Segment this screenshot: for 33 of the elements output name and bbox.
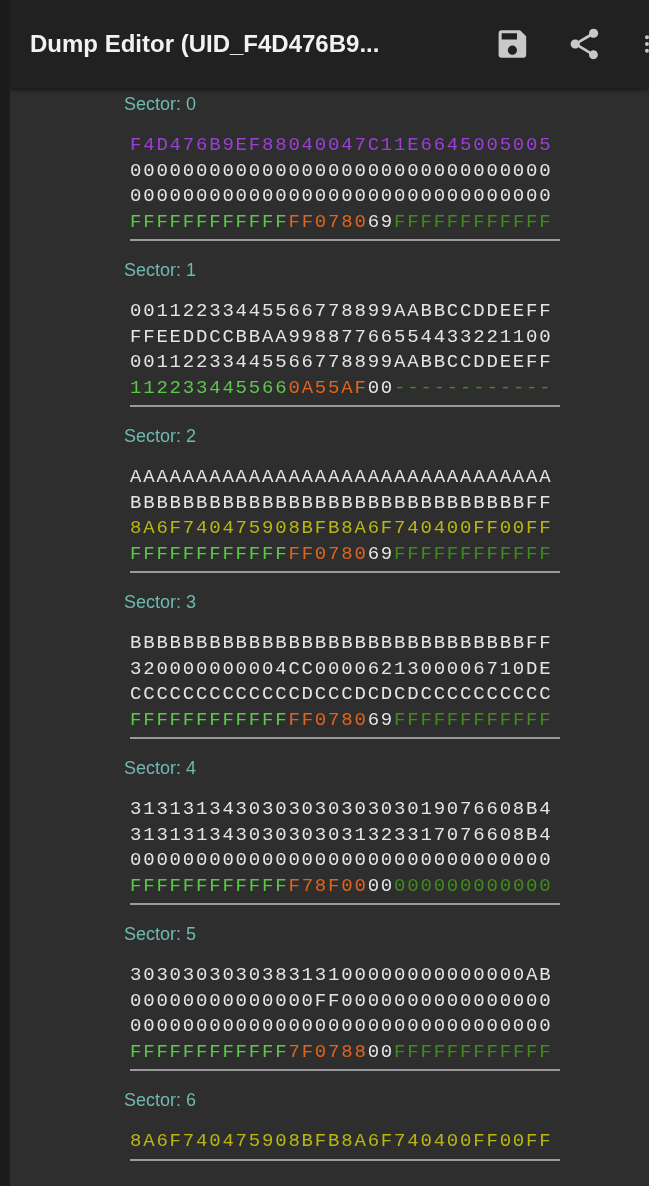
app-bar-title: Dump Editor (UID_F4D476B9...	[30, 30, 381, 58]
hex-line[interactable]: FFFFFFFFFFFF 7F0788 00 FFFFFFFFFFFF	[130, 1039, 553, 1065]
hex-line[interactable]: FFFFFFFFFFFF FF0780 69 FFFFFFFFFFFF	[130, 209, 553, 235]
hex-line[interactable]: 1122334455660A55AF 00------------	[130, 375, 553, 401]
hex-line[interactable]: 313131343030303031323317076608B4	[130, 822, 553, 848]
hex-line[interactable]: 8A6F740475908BFB8A6F740400FF00FF	[130, 516, 553, 542]
sector-label: Sector: 2	[124, 425, 198, 448]
sector-label: Sector: 4	[124, 757, 198, 780]
hex-line[interactable]: 00000000000000000000000000000000	[130, 184, 553, 210]
sector-label: Sector: 5	[124, 923, 198, 946]
hex-line[interactable]: 00000000000000FF0000000000000000	[130, 988, 553, 1014]
hex-line[interactable]: FFFFFFFFFFFF F78F00 00 000000000000	[130, 873, 553, 899]
hex-line[interactable]: FFFFFFFFFFFF FF0780 69 FFFFFFFFFFFF	[130, 707, 553, 733]
hex-line[interactable]: BBBBBBBBBBBBBBBBBBBBBBBBBBBBBBFF	[130, 631, 553, 657]
hex-line[interactable]: 00000000000000000000000000000000	[130, 1014, 553, 1040]
overflow-menu-icon[interactable]	[645, 32, 649, 56]
hex-line[interactable]: FFEEDDCCBBAA99887766554433221100	[130, 324, 553, 350]
hex-line[interactable]: 00000000000000000000000000000000	[130, 848, 553, 874]
hex-line[interactable]: 8A6F740475908BFB8A6F740400FF00FF	[130, 1129, 553, 1155]
sector-label: Sector: 3	[124, 591, 198, 614]
hex-line[interactable]: 320000000004CC0000621300006710DE	[130, 656, 553, 682]
hex-line[interactable]: 00112233445566778899AABBCCDDEEFF	[130, 350, 553, 376]
sector-label: Sector: 0	[124, 93, 198, 116]
hex-line[interactable]: FFFFFFFFFFFF FF0780 69 FFFFFFFFFFFF	[130, 541, 553, 567]
hex-line[interactable]: AAAAAAAAAAAAAAAAAAAAAAAAAAAAAAAA	[130, 465, 553, 491]
hex-line[interactable]: CCCCCCCCCCCCCDCCCDCDCDCCCCCCCCCC	[130, 682, 553, 708]
sector-label: Sector: 1	[124, 259, 198, 282]
hex-line[interactable]: BBBBBBBBBBBBBBBBBBBBBBBBBBBBBBFF	[130, 490, 553, 516]
hex-line[interactable]: 00000000000000000000000000000000	[130, 158, 553, 184]
hex-line[interactable]: 313131343030303030303019076608B4	[130, 797, 553, 823]
hex-line[interactable]: 00112233445566778899AABBCCDDEEFF	[130, 299, 553, 325]
sector-label: Sector: 6	[124, 1089, 198, 1112]
hex-line[interactable]: 303030303038313100000000000000AB	[130, 963, 553, 989]
